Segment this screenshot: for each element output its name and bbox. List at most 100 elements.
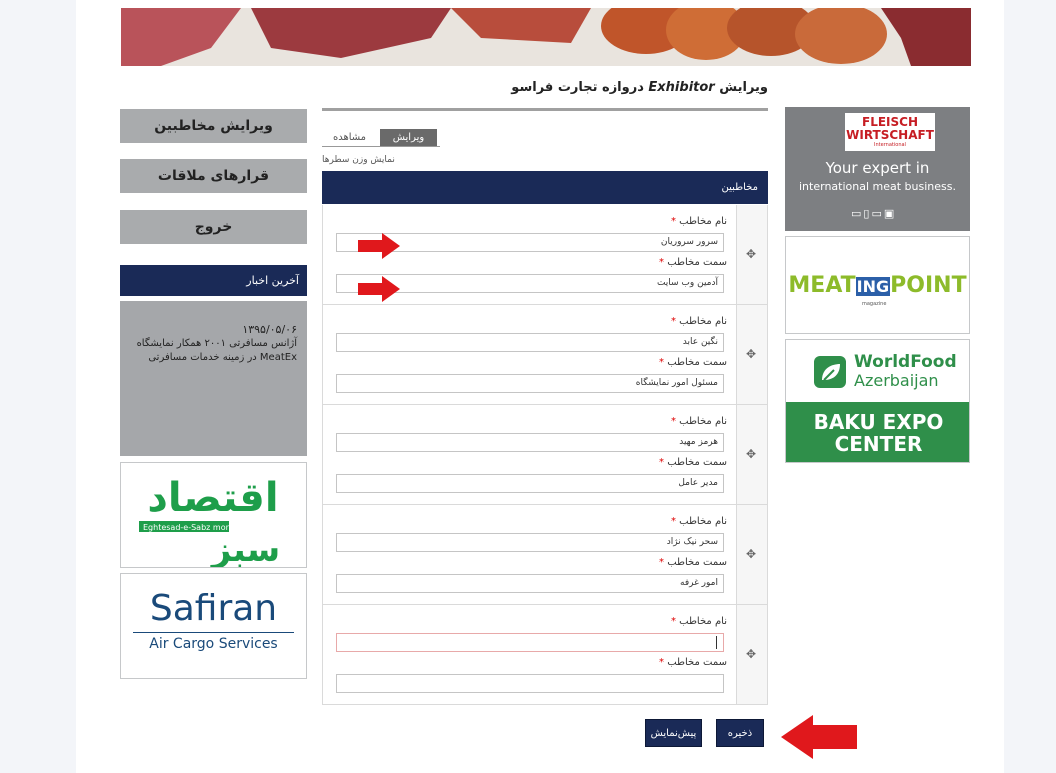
baku-expo-line2: CENTER [834, 432, 923, 456]
save-button[interactable]: ذخیره [716, 719, 764, 747]
contact-role-input[interactable]: مدیر عامل [336, 474, 724, 493]
news-date: ۱۳۹۵/۰۵/۰۶ [242, 323, 297, 336]
fleisch-tagline-1: Your expert in [825, 159, 930, 177]
left-gutter [0, 0, 76, 773]
contact-name-label: نام مخاطب * [671, 416, 727, 427]
contact-name-label-text: نام مخاطب [679, 516, 727, 527]
fleisch-logo: FLEISCH WIRTSCHAFT International [845, 113, 935, 151]
contacts-table-header: مخاطبین [322, 171, 768, 204]
drag-handle[interactable]: ✥ [736, 405, 767, 504]
drag-handle[interactable]: ✥ [736, 305, 767, 404]
leaf-icon [814, 356, 846, 388]
move-icon: ✥ [746, 447, 757, 461]
contact-name-input[interactable]: نگین عابد [336, 333, 724, 352]
fleisch-logo-line3: International [874, 142, 906, 148]
meatingpoint-part-c: POINT [890, 273, 967, 298]
safiran-subtitle: Air Cargo Services [149, 636, 278, 652]
fleisch-logo-line2: WIRTSCHAFT [846, 128, 934, 142]
media-icons: ▭▯▭▣ [851, 207, 897, 220]
contact-name-label: نام مخاطب * [671, 516, 727, 527]
eghtesad-sabz-ad[interactable]: اقتصاد Eghtesad-e-Sabz monthly سبز [120, 462, 307, 568]
contact-role-input[interactable]: مسئول امور نمایشگاه [336, 374, 724, 393]
required-mark: * [670, 316, 676, 327]
logout-button[interactable]: خروج [120, 210, 307, 244]
move-icon: ✥ [746, 347, 757, 361]
contact-role-input[interactable] [336, 674, 724, 693]
meatingpoint-ad[interactable]: MEATINGPOINT magazine [785, 236, 970, 334]
fleisch-wirtschaft-ad[interactable]: FLEISCH WIRTSCHAFT International Your ex… [785, 107, 970, 231]
latest-news-heading: آخرین اخبار [120, 265, 307, 296]
contact-name-label-text: نام مخاطب [679, 616, 727, 627]
safiran-ad[interactable]: Safiran Air Cargo Services [120, 573, 307, 679]
contact-role-input[interactable]: امور غرفه [336, 574, 724, 593]
page-title-prefix: ویرایش [719, 80, 768, 95]
required-mark: * [659, 457, 665, 468]
contact-name-input[interactable] [336, 633, 724, 652]
edit-contacts-button[interactable]: ویرایش مخاطبین [120, 109, 307, 143]
news-item-link[interactable]: آژانس مسافرتی ۲۰۰۱ همکار نمایشگاه MeatEx… [130, 337, 297, 365]
tab-view[interactable]: مشاهده [322, 129, 377, 146]
contact-name-label: نام مخاطب * [671, 616, 727, 627]
header-banner-image [121, 8, 971, 66]
contact-role-label: سمت مخاطب * [659, 257, 727, 268]
contact-role-label-text: سمت مخاطب [667, 257, 727, 268]
contact-row: ✥ نام مخاطب * سحر نیک نژاد سمت مخاطب * امور … [322, 505, 768, 605]
meetings-button[interactable]: قرارهای ملاقات [120, 159, 307, 193]
eghtesad-logo-text: اقتصاد [147, 475, 278, 521]
move-icon: ✥ [746, 647, 757, 661]
contact-role-label: سمت مخاطب * [659, 357, 727, 368]
drag-handle[interactable]: ✥ [736, 605, 767, 704]
move-icon: ✥ [746, 547, 757, 561]
worldfood-title: WorldFood [854, 352, 957, 372]
page-title-en: Exhibitor [648, 80, 715, 95]
move-icon: ✥ [746, 247, 757, 261]
worldfood-subtitle: Azerbaijan [854, 371, 939, 390]
drag-handle[interactable]: ✥ [736, 205, 767, 304]
drag-handle[interactable]: ✥ [736, 505, 767, 604]
contact-role-label-text: سمت مخاطب [667, 657, 727, 668]
contact-name-label-text: نام مخاطب [679, 316, 727, 327]
baku-expo-block: BAKU EXPO CENTER [786, 402, 969, 462]
news-box: ۱۳۹۵/۰۵/۰۶ آژانس مسافرتی ۲۰۰۱ همکار نمای… [120, 301, 307, 456]
meatingpoint-sub: magazine [862, 301, 887, 307]
sabz-logo-text: سبز [210, 530, 280, 567]
contact-row: ✥ نام مخاطب * هرمز مهید سمت مخاطب * مدیر عام… [322, 405, 768, 505]
contact-role-label: سمت مخاطب * [659, 457, 727, 468]
worldfood-azerbaijan-ad[interactable]: WorldFood Azerbaijan BAKU EXPO CENTER [785, 339, 970, 463]
red-arrow-role-annotation [358, 276, 400, 302]
contact-name-input[interactable]: هرمز مهید [336, 433, 724, 452]
required-mark: * [659, 357, 665, 368]
tabs-underline [322, 146, 440, 147]
tab-edit[interactable]: ویرایش [380, 129, 437, 146]
required-mark: * [670, 516, 676, 527]
required-mark: * [659, 257, 665, 268]
safiran-divider [133, 632, 294, 633]
contact-role-label-text: سمت مخاطب [667, 357, 727, 368]
contact-name-input[interactable]: سحر نیک نژاد [336, 533, 724, 552]
contact-role-label-text: سمت مخاطب [667, 457, 727, 468]
page-title: ویرایش Exhibitor دروازه تجارت فراسو [322, 80, 768, 95]
contact-row: ✥ نام مخاطب * نگین عابد سمت مخاطب * مسئول ام… [322, 305, 768, 405]
contact-name-label: نام مخاطب * [671, 316, 727, 327]
contact-row: ✥ نام مخاطب * سمت مخاطب * [322, 605, 768, 705]
required-mark: * [670, 616, 676, 627]
meatingpoint-part-a: MEAT [788, 273, 856, 298]
fleisch-logo-line1: FLEISCH [862, 115, 918, 129]
required-mark: * [670, 216, 676, 227]
contact-name-label: نام مخاطب * [671, 216, 727, 227]
contact-name-label-text: نام مخاطب [679, 416, 727, 427]
contact-role-label: سمت مخاطب * [659, 657, 727, 668]
contact-name-label-text: نام مخاطب [679, 216, 727, 227]
required-mark: * [659, 557, 665, 568]
required-mark: * [659, 657, 665, 668]
text-cursor [716, 636, 717, 649]
red-arrow-save-annotation [781, 715, 857, 759]
contact-role-label: سمت مخاطب * [659, 557, 727, 568]
baku-expo-line1: BAKU EXPO [813, 410, 944, 434]
contact-role-label-text: سمت مخاطب [667, 557, 727, 568]
page-title-suffix: دروازه تجارت فراسو [511, 80, 644, 95]
tabs-top-rule [322, 108, 768, 111]
preview-button[interactable]: پیش‌نمایش [645, 719, 702, 747]
show-row-weights-link[interactable]: نمایش وزن سطرها [322, 155, 395, 165]
required-mark: * [670, 416, 676, 427]
